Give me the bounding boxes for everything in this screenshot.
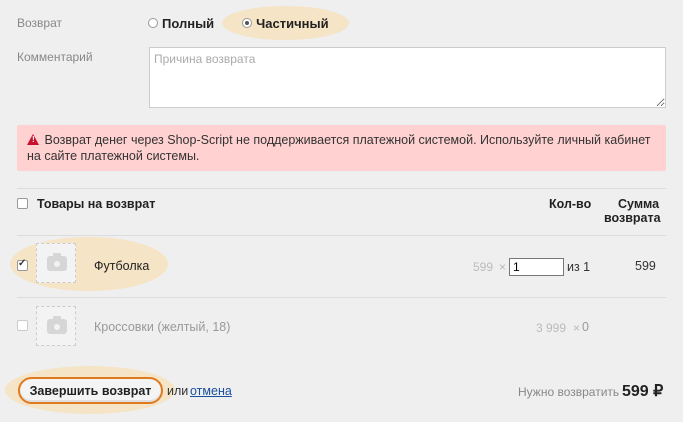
- radio-partial-indicator[interactable]: [242, 18, 253, 28]
- cancel-link[interactable]: отмена: [190, 384, 232, 398]
- select-all-checkbox[interactable]: [17, 198, 28, 209]
- header-sum-line2: возврата: [604, 211, 661, 225]
- total-label: Нужно возвратить: [518, 385, 620, 399]
- alert-text: Возврат денег через Shop-Script не подде…: [27, 133, 651, 163]
- total-value: 599 ₽: [622, 383, 664, 400]
- header-products: Товары на возврат: [37, 197, 156, 211]
- product-name: Кроссовки (желтый, 18): [94, 320, 231, 334]
- or-text: или: [167, 384, 189, 398]
- payment-warning-alert: ! Возврат денег через Shop-Script не под…: [17, 125, 666, 171]
- complete-refund-button[interactable]: Завершить возврат: [18, 377, 163, 404]
- refund-label: Возврат: [17, 16, 62, 30]
- header-sum-line1: Сумма: [618, 197, 660, 211]
- row-checkbox-tshirt[interactable]: [17, 258, 28, 271]
- radio-partial[interactable]: Частичный: [222, 6, 349, 40]
- product-price: 599: [473, 260, 494, 274]
- warning-icon: !: [27, 134, 39, 145]
- qty-input[interactable]: [509, 258, 564, 276]
- qty-value: 0: [582, 320, 589, 334]
- row-sum: 599: [635, 259, 656, 273]
- product-name: Футболка: [94, 259, 150, 273]
- divider: [17, 297, 666, 298]
- camera-icon: [47, 316, 67, 334]
- product-thumbnail: [36, 243, 76, 283]
- product-price: 3 999: [536, 321, 567, 335]
- divider: [17, 188, 666, 189]
- product-thumbnail: [36, 306, 76, 346]
- qty-max: из 1: [567, 260, 591, 274]
- camera-icon: [47, 253, 67, 271]
- radio-full-label: Полный: [162, 15, 215, 31]
- comment-textarea[interactable]: [149, 47, 666, 108]
- refund-type-group: Полный Частичный: [140, 6, 349, 40]
- radio-full-indicator[interactable]: [148, 18, 158, 28]
- row-checkbox-sneakers[interactable]: [17, 320, 28, 331]
- radio-full[interactable]: Полный: [140, 6, 222, 40]
- times-sign: ×: [573, 321, 581, 335]
- divider: [17, 235, 666, 236]
- header-qty: Кол-во: [549, 197, 592, 211]
- times-sign: ×: [499, 260, 507, 274]
- comment-label: Комментарий: [17, 50, 93, 64]
- radio-partial-label: Частичный: [256, 15, 329, 31]
